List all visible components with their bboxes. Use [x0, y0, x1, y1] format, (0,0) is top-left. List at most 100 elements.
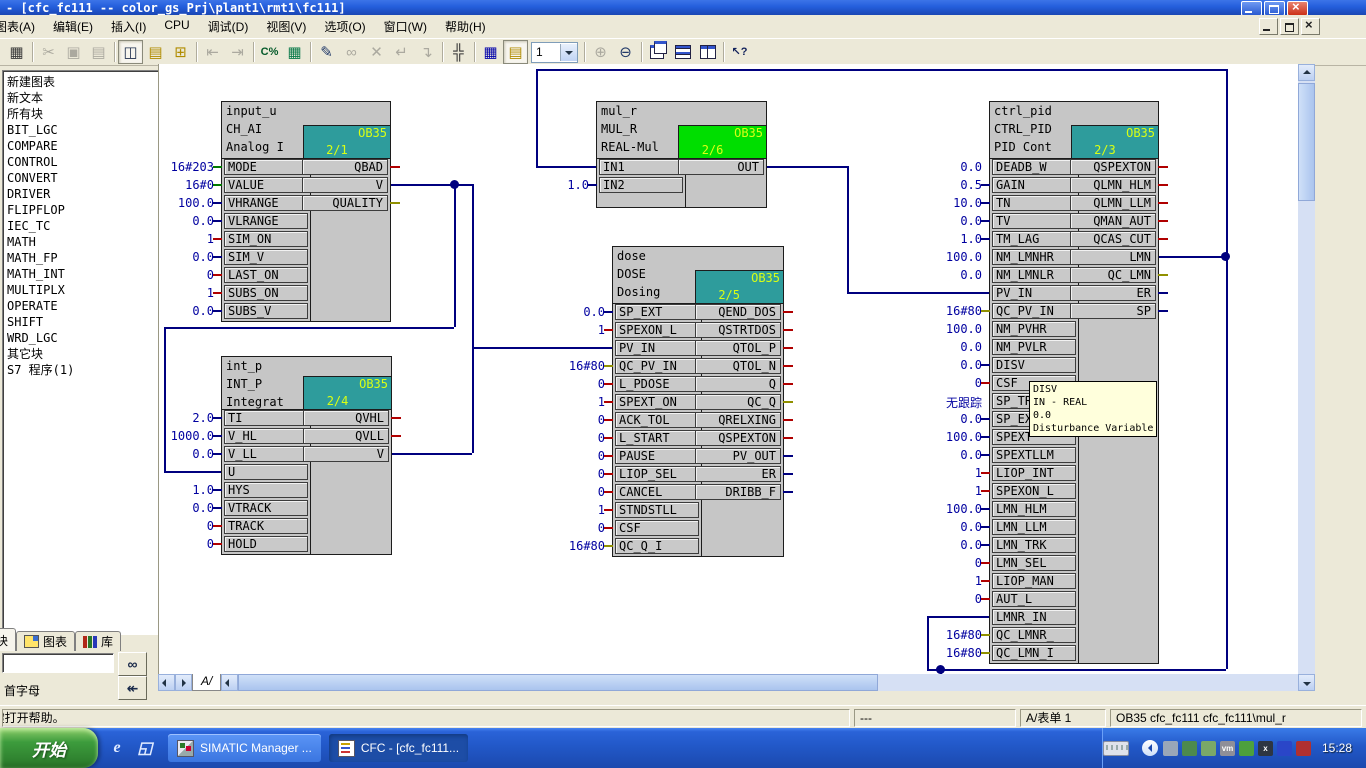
jump-to-initial-button[interactable]: ↞: [118, 676, 147, 700]
input-value[interactable]: 0: [537, 431, 605, 445]
tray-network2-icon[interactable]: [1182, 741, 1197, 756]
input-connector-SIM_ON[interactable]: SIM_ON: [224, 231, 308, 247]
close-button[interactable]: [1287, 1, 1308, 16]
input-connector-NM_PVLR[interactable]: NM_PVLR: [992, 339, 1076, 355]
input-value[interactable]: 0.0: [158, 304, 214, 318]
output-connector-QVHL[interactable]: QVHL: [303, 410, 389, 426]
catalog-item-15[interactable]: SHIFT: [7, 314, 159, 330]
input-connector-SPEXTLLM[interactable]: SPEXTLLM: [992, 447, 1076, 463]
catalog-item-5[interactable]: CONTROL: [7, 154, 159, 170]
catalog-item-9[interactable]: IEC_TC: [7, 218, 159, 234]
input-value[interactable]: 100.0: [914, 430, 982, 444]
input-value[interactable]: 1: [158, 232, 214, 246]
catalog-item-3[interactable]: BIT_LGC: [7, 122, 159, 138]
minimize-button[interactable]: [1241, 1, 1262, 16]
start-button[interactable]: 开始: [0, 728, 98, 768]
catalog-item-7[interactable]: DRIVER: [7, 186, 159, 202]
input-connector-LIOP_MAN[interactable]: LIOP_MAN: [992, 573, 1076, 589]
input-value[interactable]: 0: [914, 592, 982, 606]
block-dose[interactable]: doseDOSEDosingOB352/5SP_EXT0.0SPEXON_L1P…: [612, 246, 784, 557]
input-value[interactable]: 1.0: [158, 483, 214, 497]
catalog-search-input[interactable]: [2, 653, 114, 673]
task-badge[interactable]: OB352/6: [678, 125, 767, 159]
menu-item-8[interactable]: 帮助(H): [436, 15, 495, 38]
input-value[interactable]: 1000.0: [158, 429, 214, 443]
output-connector-QRELXING[interactable]: QRELXING: [695, 412, 781, 428]
input-value[interactable]: 16#80: [914, 304, 982, 318]
input-value[interactable]: 1: [537, 503, 605, 517]
input-value[interactable]: 2.0: [158, 411, 214, 425]
input-value[interactable]: 0.0: [914, 340, 982, 354]
hide-icons-button[interactable]: [1142, 740, 1158, 756]
output-connector-QSTRTDOS[interactable]: QSTRTDOS: [695, 322, 781, 338]
catalog-item-13[interactable]: MULTIPLX: [7, 282, 159, 298]
vmware-tray-icon[interactable]: vm: [1220, 741, 1235, 756]
input-value[interactable]: 16#203: [158, 160, 214, 174]
input-value[interactable]: 16#80: [914, 628, 982, 642]
output-connector-V[interactable]: V: [303, 446, 389, 462]
block-int_p[interactable]: int_pINT_PIntegratOB352/4TI2.0V_HL1000.0…: [221, 356, 392, 555]
input-value[interactable]: 0.0: [158, 214, 214, 228]
input-connector-LMN_TRK[interactable]: LMN_TRK: [992, 537, 1076, 553]
input-value[interactable]: 0: [914, 556, 982, 570]
input-value[interactable]: 0.5: [914, 178, 982, 192]
menu-item-2[interactable]: 插入(I): [102, 15, 155, 38]
zoom-out-button[interactable]: ⊖: [613, 40, 638, 64]
tab-blocks[interactable]: 块: [0, 628, 16, 651]
output-connector-QMAN_AUT[interactable]: QMAN_AUT: [1070, 213, 1156, 229]
input-connector-U[interactable]: U: [224, 464, 308, 480]
menu-item-3[interactable]: CPU: [155, 15, 198, 38]
catalog-item-14[interactable]: OPERATE: [7, 298, 159, 314]
output-connector-QTOL_N[interactable]: QTOL_N: [695, 358, 781, 374]
input-value[interactable]: 1: [537, 323, 605, 337]
input-connector-LMN_LLM[interactable]: LMN_LLM: [992, 519, 1076, 535]
input-value[interactable]: 1: [914, 466, 982, 480]
input-value[interactable]: 0: [537, 377, 605, 391]
chart-view-button[interactable]: ◫: [118, 40, 143, 64]
input-connector-LMNR_IN[interactable]: LMNR_IN: [992, 609, 1076, 625]
ie-quicklaunch-icon[interactable]: e: [108, 739, 126, 757]
task-badge[interactable]: OB352/1: [303, 125, 391, 159]
tile-vertical-button[interactable]: [695, 40, 720, 64]
catalog-toggle-button[interactable]: ⊞: [168, 40, 193, 64]
taskbar-button-simatic[interactable]: SIMATIC Manager ...: [168, 734, 321, 762]
output-connector-OUT[interactable]: OUT: [678, 159, 764, 175]
block-mul_r[interactable]: mul_rMUL_RREAL-MulOB352/6IN1IN21.0OUT: [596, 101, 767, 208]
output-connector-QSPEXTON[interactable]: QSPEXTON: [1070, 159, 1156, 175]
input-value[interactable]: 0.0: [914, 268, 982, 282]
catalog-item-2[interactable]: 所有块: [7, 106, 159, 122]
menu-item-1[interactable]: 编辑(E): [44, 15, 102, 38]
catalog-item-8[interactable]: FLIPFLOP: [7, 202, 159, 218]
input-value[interactable]: 0.0: [914, 520, 982, 534]
input-connector-VTRACK[interactable]: VTRACK: [224, 500, 308, 516]
tab-libraries[interactable]: 库: [75, 631, 121, 651]
sheet-tab[interactable]: A/: [192, 674, 221, 691]
mdi-close-button[interactable]: [1301, 18, 1320, 35]
catalog-item-16[interactable]: WRD_LGC: [7, 330, 159, 346]
input-value[interactable]: 0.0: [914, 448, 982, 462]
input-connector-SPEXON_L[interactable]: SPEXON_L: [992, 483, 1076, 499]
output-connector-QEND_DOS[interactable]: QEND_DOS: [695, 304, 781, 320]
input-value[interactable]: 100.0: [914, 322, 982, 336]
menu-item-7[interactable]: 窗口(W): [375, 15, 436, 38]
input-value[interactable]: 0: [914, 376, 982, 390]
input-connector-SIM_V[interactable]: SIM_V: [224, 249, 308, 265]
tray-tool-icon[interactable]: x: [1258, 741, 1273, 756]
task-badge[interactable]: OB352/4: [303, 376, 392, 410]
prev-sheet-button[interactable]: [175, 674, 192, 691]
scroll-up-button[interactable]: [1298, 64, 1315, 81]
input-connector-LMN_SEL[interactable]: LMN_SEL: [992, 555, 1076, 571]
input-value[interactable]: 0.0: [158, 501, 214, 515]
tray-app2-icon[interactable]: [1296, 741, 1311, 756]
input-connector-CSF[interactable]: CSF: [615, 520, 699, 536]
input-value[interactable]: 1.0: [914, 232, 982, 246]
input-connector-STNDSTLL[interactable]: STNDSTLL: [615, 502, 699, 518]
block-catalog-list[interactable]: 新建图表新文本所有块BIT_LGCCOMPARECONTROLCONVERTDR…: [2, 70, 162, 635]
fit-to-window-button[interactable]: ╬: [446, 40, 471, 64]
input-value[interactable]: 无跟踪: [914, 394, 982, 411]
sheet-view-button[interactable]: ▤: [503, 40, 528, 64]
output-connector-ER[interactable]: ER: [1070, 285, 1156, 301]
input-value[interactable]: 1: [537, 395, 605, 409]
output-connector-QC_Q[interactable]: QC_Q: [695, 394, 781, 410]
mdi-minimize-button[interactable]: [1259, 18, 1278, 35]
